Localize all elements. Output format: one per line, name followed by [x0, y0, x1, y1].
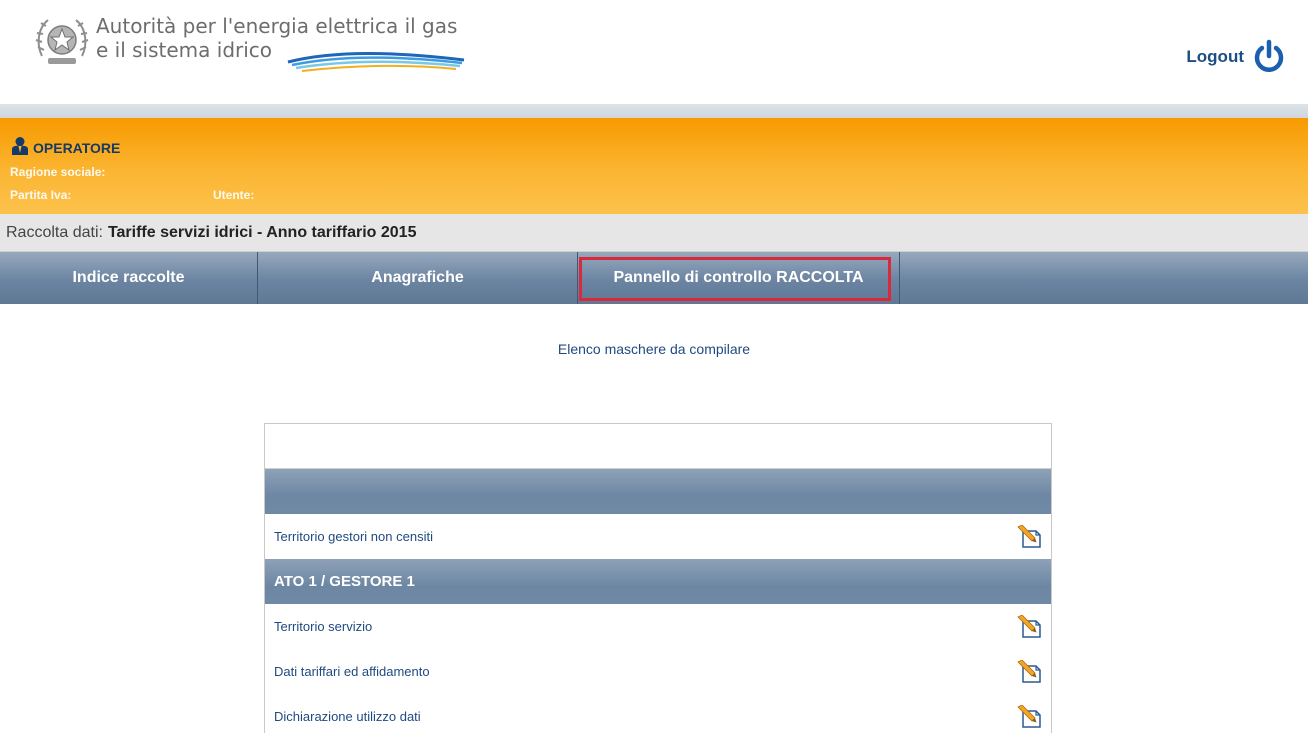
- ragione-sociale-label: Ragione sociale:: [10, 165, 106, 179]
- masks-caption: Elenco maschere da compilare: [557, 341, 751, 357]
- list-item: Territorio gestori non censiti: [265, 514, 1051, 559]
- power-icon: [1254, 39, 1284, 72]
- tab-label: Indice raccolte: [72, 269, 185, 286]
- table-header-blank: [265, 424, 1051, 469]
- list-item: Territorio servizio: [265, 604, 1051, 649]
- edit-icon[interactable]: [1017, 614, 1043, 639]
- header: Autorità per l'energia elettrica il gas …: [0, 0, 1308, 104]
- edit-icon[interactable]: [1017, 704, 1043, 729]
- raccolta-name: Tariffe servizi idrici - Anno tariffario…: [107, 223, 417, 241]
- tab-label: Anagrafiche: [371, 269, 464, 286]
- mask-link[interactable]: Dati tariffari ed affidamento: [274, 664, 430, 679]
- main-nav: Indice raccolte Anagrafiche Pannello di …: [0, 252, 1308, 304]
- list-item: Dichiarazione utilizzo dati: [265, 694, 1051, 739]
- operator-panel: OPERATORE Ragione sociale: Partita Iva: …: [0, 118, 1308, 214]
- logout-label: Logout: [1186, 47, 1244, 66]
- list-item: Dati tariffari ed affidamento: [265, 649, 1051, 694]
- table-section-header: [265, 469, 1051, 514]
- logo-line-1: Autorità per l'energia elettrica il gas: [96, 14, 458, 38]
- edit-icon[interactable]: [1017, 524, 1043, 549]
- emblem-icon: [35, 19, 89, 64]
- operator-title-text: OPERATORE: [33, 140, 121, 156]
- edit-icon[interactable]: [1017, 659, 1043, 684]
- header-divider: [0, 104, 1308, 118]
- tab-pannello-controllo-raccolta[interactable]: Pannello di controllo RACCOLTA: [578, 252, 900, 304]
- utente-label: Utente:: [213, 188, 255, 202]
- mask-link[interactable]: Territorio gestori non censiti: [274, 529, 433, 544]
- section-label: ATO 1 / GESTORE 1: [274, 573, 415, 590]
- logo-wave-icon: [287, 52, 465, 72]
- mask-link[interactable]: Territorio servizio: [274, 619, 372, 634]
- operator-title: OPERATORE: [10, 130, 120, 156]
- user-icon: [12, 137, 28, 155]
- tab-indice-raccolte[interactable]: Indice raccolte: [0, 252, 258, 304]
- raccolta-info-bar: Raccolta dati: Tariffe servizi idrici - …: [0, 214, 1308, 252]
- tab-label: Pannello di controllo RACCOLTA: [613, 269, 864, 286]
- partita-iva-label: Partita Iva:: [10, 188, 72, 202]
- mask-link[interactable]: Dichiarazione utilizzo dati: [274, 709, 421, 724]
- table-section-header: ATO 1 / GESTORE 1: [265, 559, 1051, 604]
- masks-table: Territorio gestori non censiti ATO 1 / G…: [264, 423, 1052, 733]
- tab-anagrafiche[interactable]: Anagrafiche: [258, 252, 578, 304]
- raccolta-prefix: Raccolta dati:: [6, 223, 103, 241]
- logout-button[interactable]: Logout: [1186, 37, 1286, 77]
